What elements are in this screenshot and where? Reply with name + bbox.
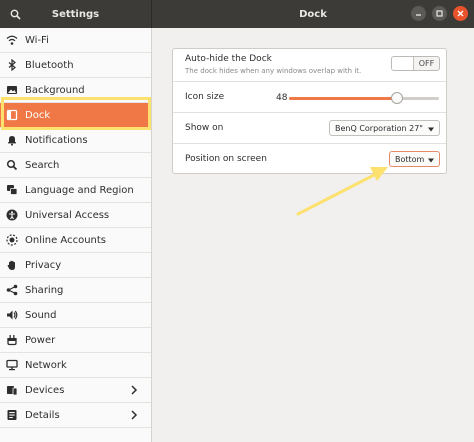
sidebar-item-label: Search bbox=[25, 159, 60, 171]
sidebar: Wi-Fi Bluetooth Background Dock Notifica… bbox=[0, 28, 152, 442]
minimize-button[interactable] bbox=[411, 6, 426, 21]
chevron-right-icon bbox=[129, 384, 139, 396]
sidebar-item-label: Wi-Fi bbox=[25, 34, 49, 46]
sidebar-item-bluetooth[interactable]: Bluetooth bbox=[0, 53, 151, 78]
show-on-row: Show on BenQ Corporation 27" bbox=[173, 113, 446, 144]
close-icon bbox=[457, 10, 464, 17]
sidebar-item-label: Bluetooth bbox=[25, 59, 74, 71]
sidebar-item-label: Power bbox=[25, 334, 56, 346]
sidebar-item-label: Language and Region bbox=[25, 184, 134, 196]
sidebar-item-label: Privacy bbox=[25, 259, 62, 271]
bluetooth-icon bbox=[6, 59, 18, 71]
show-on-value: BenQ Corporation 27" bbox=[335, 123, 423, 133]
close-button[interactable] bbox=[453, 6, 468, 21]
sidebar-item-label: Sharing bbox=[25, 284, 64, 296]
wifi-icon bbox=[6, 34, 18, 46]
sidebar-item-label: Online Accounts bbox=[25, 234, 107, 246]
sidebar-header: Settings bbox=[0, 0, 152, 28]
network-icon bbox=[6, 359, 18, 371]
autohide-switch[interactable]: OFF bbox=[391, 56, 440, 71]
speaker-icon bbox=[6, 309, 18, 321]
position-row: Position on screen Bottom bbox=[173, 144, 446, 174]
search-button[interactable] bbox=[4, 3, 26, 25]
position-dropdown[interactable]: Bottom bbox=[389, 151, 440, 167]
sidebar-item-label: Universal Access bbox=[25, 209, 110, 221]
language-icon bbox=[6, 184, 18, 196]
hand-icon bbox=[6, 259, 18, 271]
sidebar-item-label: Notifications bbox=[25, 134, 88, 146]
power-icon bbox=[6, 334, 18, 346]
header-bar: Settings Dock bbox=[0, 0, 474, 28]
sidebar-item-details[interactable]: Details bbox=[0, 403, 151, 428]
dock-settings-card: Auto-hide the Dock The dock hides when a… bbox=[172, 48, 447, 174]
bell-icon bbox=[6, 134, 18, 146]
switch-state: OFF bbox=[418, 59, 435, 68]
slider-handle[interactable] bbox=[391, 92, 403, 104]
autohide-label: Auto-hide the Dock bbox=[185, 54, 272, 64]
sidebar-item-power[interactable]: Power bbox=[0, 328, 151, 353]
info-icon bbox=[6, 409, 18, 421]
accounts-icon bbox=[6, 234, 18, 246]
panel-title: Dock bbox=[299, 8, 327, 20]
sidebar-item-wifi[interactable]: Wi-Fi bbox=[0, 28, 151, 53]
sidebar-item-label: Details bbox=[25, 409, 60, 421]
sidebar-item-sharing[interactable]: Sharing bbox=[0, 278, 151, 303]
sidebar-item-online-accounts[interactable]: Online Accounts bbox=[0, 228, 151, 253]
icon-size-label: Icon size bbox=[185, 92, 225, 102]
panel-header: Dock bbox=[152, 0, 474, 28]
chevron-down-icon bbox=[427, 156, 435, 163]
sidebar-item-universal-access[interactable]: Universal Access bbox=[0, 203, 151, 228]
autohide-description: The dock hides when any windows overlap … bbox=[185, 67, 362, 75]
switch-knob bbox=[392, 57, 414, 70]
sidebar-item-label: Network bbox=[25, 359, 67, 371]
position-label: Position on screen bbox=[185, 154, 267, 164]
show-on-dropdown[interactable]: BenQ Corporation 27" bbox=[329, 120, 440, 136]
slider-fill bbox=[289, 97, 397, 100]
search-icon bbox=[10, 9, 21, 20]
icon-size-slider[interactable] bbox=[289, 92, 439, 104]
sidebar-item-language-and-region[interactable]: Language and Region bbox=[0, 178, 151, 203]
accessibility-icon bbox=[6, 209, 18, 221]
sidebar-item-label: Devices bbox=[25, 384, 65, 396]
autohide-row: Auto-hide the Dock The dock hides when a… bbox=[173, 49, 446, 82]
icon-size-row: Icon size 48 bbox=[173, 82, 446, 113]
devices-icon bbox=[6, 384, 18, 396]
sidebar-item-network[interactable]: Network bbox=[0, 353, 151, 378]
minimize-icon bbox=[416, 14, 421, 16]
sidebar-item-label: Sound bbox=[25, 309, 57, 321]
chevron-down-icon bbox=[427, 125, 435, 132]
sidebar-item-devices[interactable]: Devices bbox=[0, 378, 151, 403]
sidebar-item-label: Background bbox=[25, 84, 85, 96]
background-icon bbox=[6, 84, 18, 96]
sidebar-item-sound[interactable]: Sound bbox=[0, 303, 151, 328]
search-icon bbox=[6, 159, 18, 171]
chevron-right-icon bbox=[129, 409, 139, 421]
position-value: Bottom bbox=[395, 154, 425, 164]
sidebar-item-notifications[interactable]: Notifications bbox=[0, 128, 151, 153]
share-icon bbox=[6, 284, 18, 296]
sidebar-item-privacy[interactable]: Privacy bbox=[0, 253, 151, 278]
maximize-button[interactable] bbox=[432, 6, 447, 21]
maximize-icon bbox=[436, 10, 443, 17]
dock-settings-panel: Auto-hide the Dock The dock hides when a… bbox=[152, 28, 474, 442]
sidebar-item-search[interactable]: Search bbox=[0, 153, 151, 178]
highlight-box bbox=[1, 97, 151, 130]
icon-size-value: 48 bbox=[276, 93, 288, 103]
show-on-label: Show on bbox=[185, 123, 224, 133]
window-controls bbox=[411, 6, 468, 21]
